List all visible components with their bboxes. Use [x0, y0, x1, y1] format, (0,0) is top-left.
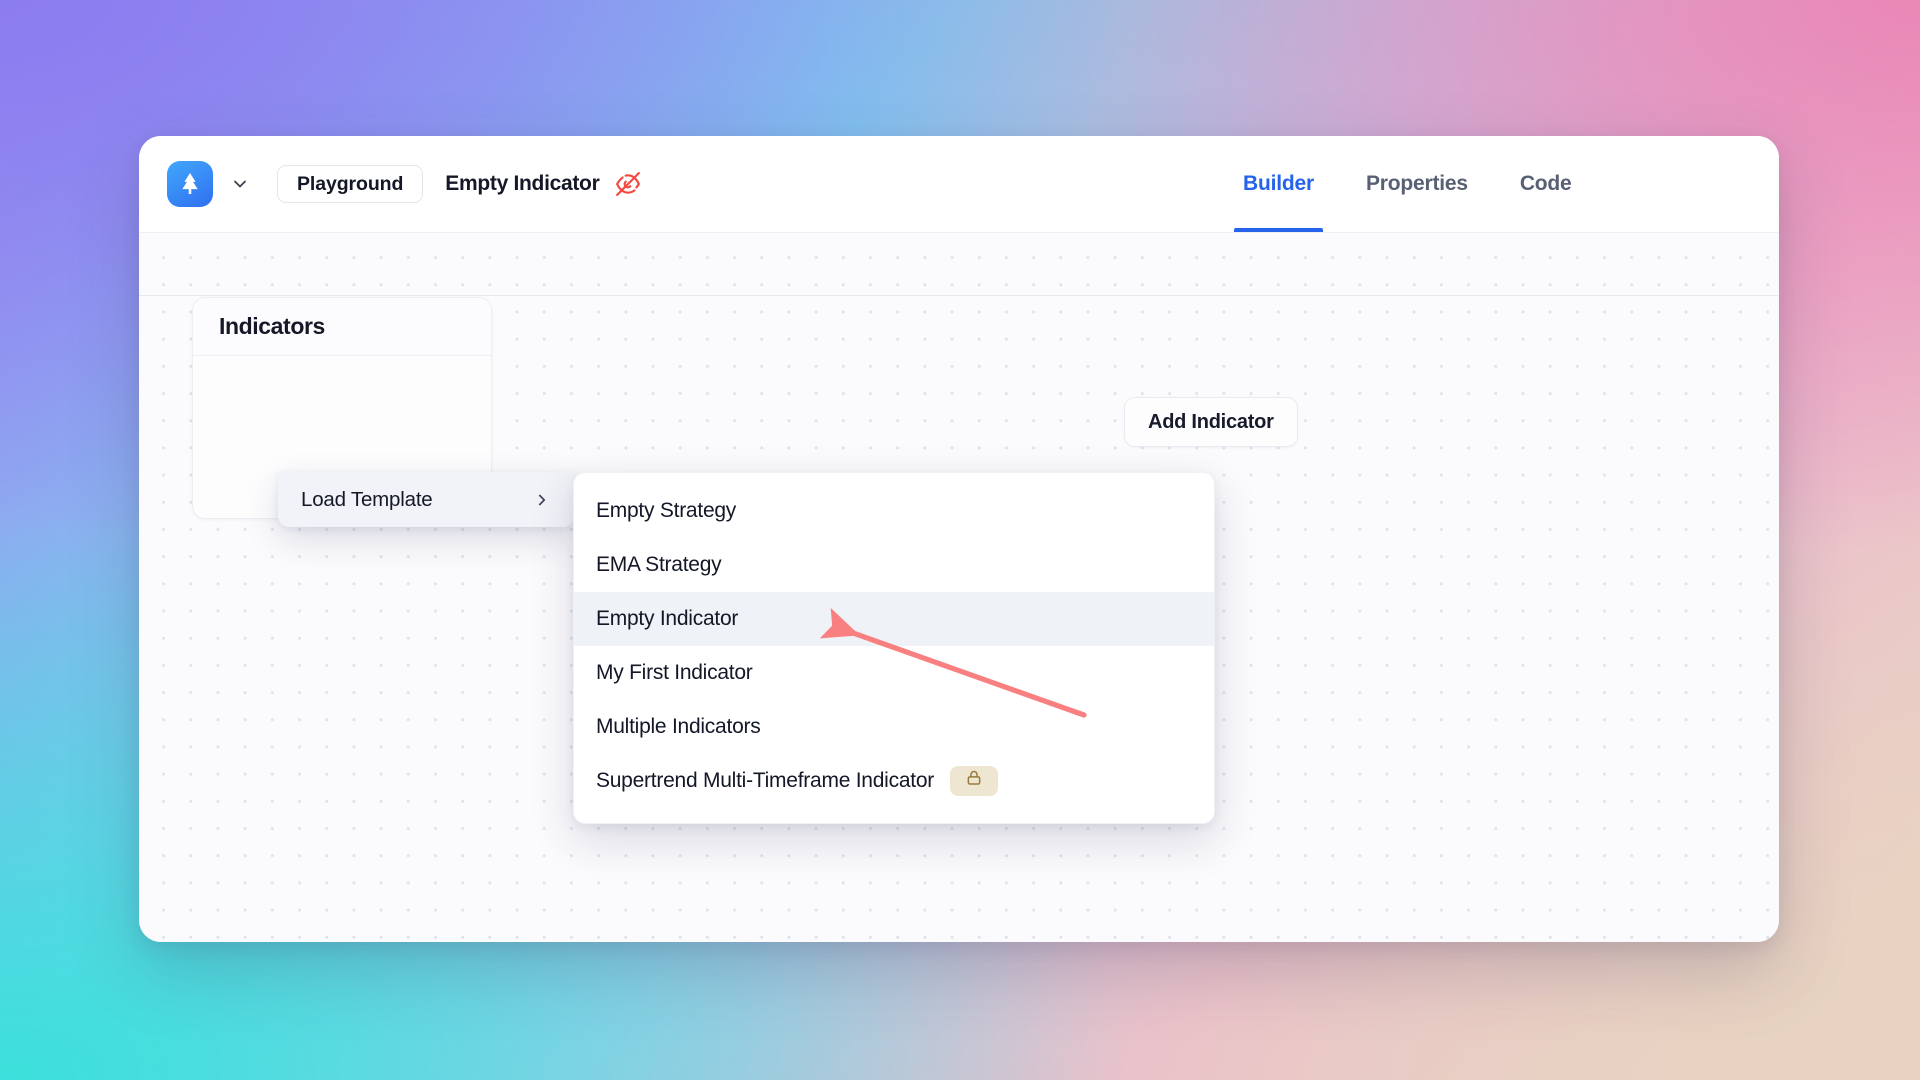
tab-bar: Builder Properties Code — [1217, 136, 1598, 232]
menu-item-load-template-label: Load Template — [301, 487, 433, 511]
tab-builder-label: Builder — [1243, 171, 1314, 195]
submenu-item-label: My First Indicator — [596, 661, 753, 684]
pine-tree-logo-icon[interactable] — [167, 161, 213, 207]
submenu-item-label: Supertrend Multi-Timeframe Indicator — [596, 769, 935, 792]
canvas-divider — [139, 295, 1779, 296]
app-topbar: Playground Empty Indicator Builder Prope… — [139, 136, 1779, 233]
tab-builder[interactable]: Builder — [1217, 136, 1340, 232]
submenu-item-supertrend-multi-timeframe-indicator[interactable]: Supertrend Multi-Timeframe Indicator — [574, 754, 1214, 808]
submenu-item-multiple-indicators[interactable]: Multiple Indicators — [574, 700, 1214, 754]
tab-properties-label: Properties — [1365, 171, 1468, 195]
lock-icon — [965, 769, 983, 793]
submenu-item-label: Empty Indicator — [596, 607, 739, 630]
submenu-item-empty-strategy[interactable]: Empty Strategy — [574, 484, 1214, 538]
workspace-pill[interactable]: Playground — [277, 165, 424, 203]
submenu-item-label: EMA Strategy — [596, 553, 722, 576]
menu-item-load-template[interactable]: Load Template — [278, 472, 574, 527]
builder-canvas[interactable]: Indicators Add Indicator Load Template E… — [139, 233, 1779, 942]
workspace-label: Playground — [297, 172, 404, 195]
indicators-card-title: Indicators — [219, 313, 325, 339]
chevron-right-icon — [533, 491, 551, 509]
add-indicator-button[interactable]: Add Indicator — [1124, 397, 1298, 447]
context-menu: Load Template — [278, 472, 574, 527]
lock-badge — [950, 766, 999, 796]
submenu-item-empty-indicator[interactable]: Empty Indicator — [574, 592, 1214, 646]
submenu-item-ema-strategy[interactable]: EMA Strategy — [574, 538, 1214, 592]
page-title: Empty Indicator — [445, 172, 600, 195]
tab-code[interactable]: Code — [1494, 136, 1598, 232]
add-indicator-label: Add Indicator — [1148, 410, 1274, 433]
submenu-item-my-first-indicator[interactable]: My First Indicator — [574, 646, 1214, 700]
desktop-wallpaper: Playground Empty Indicator Builder Prope… — [0, 0, 1920, 1080]
tab-properties[interactable]: Properties — [1340, 136, 1494, 232]
submenu-item-label: Multiple Indicators — [596, 715, 761, 738]
tab-code-label: Code — [1519, 171, 1572, 195]
template-submenu: Empty Strategy EMA Strategy Empty Indica… — [573, 472, 1215, 824]
eye-off-icon[interactable] — [615, 171, 641, 197]
chevron-down-icon[interactable] — [229, 173, 251, 195]
submenu-item-label: Empty Strategy — [596, 499, 737, 522]
indicators-card-header: Indicators — [193, 298, 491, 356]
app-window: Playground Empty Indicator Builder Prope… — [139, 136, 1779, 942]
